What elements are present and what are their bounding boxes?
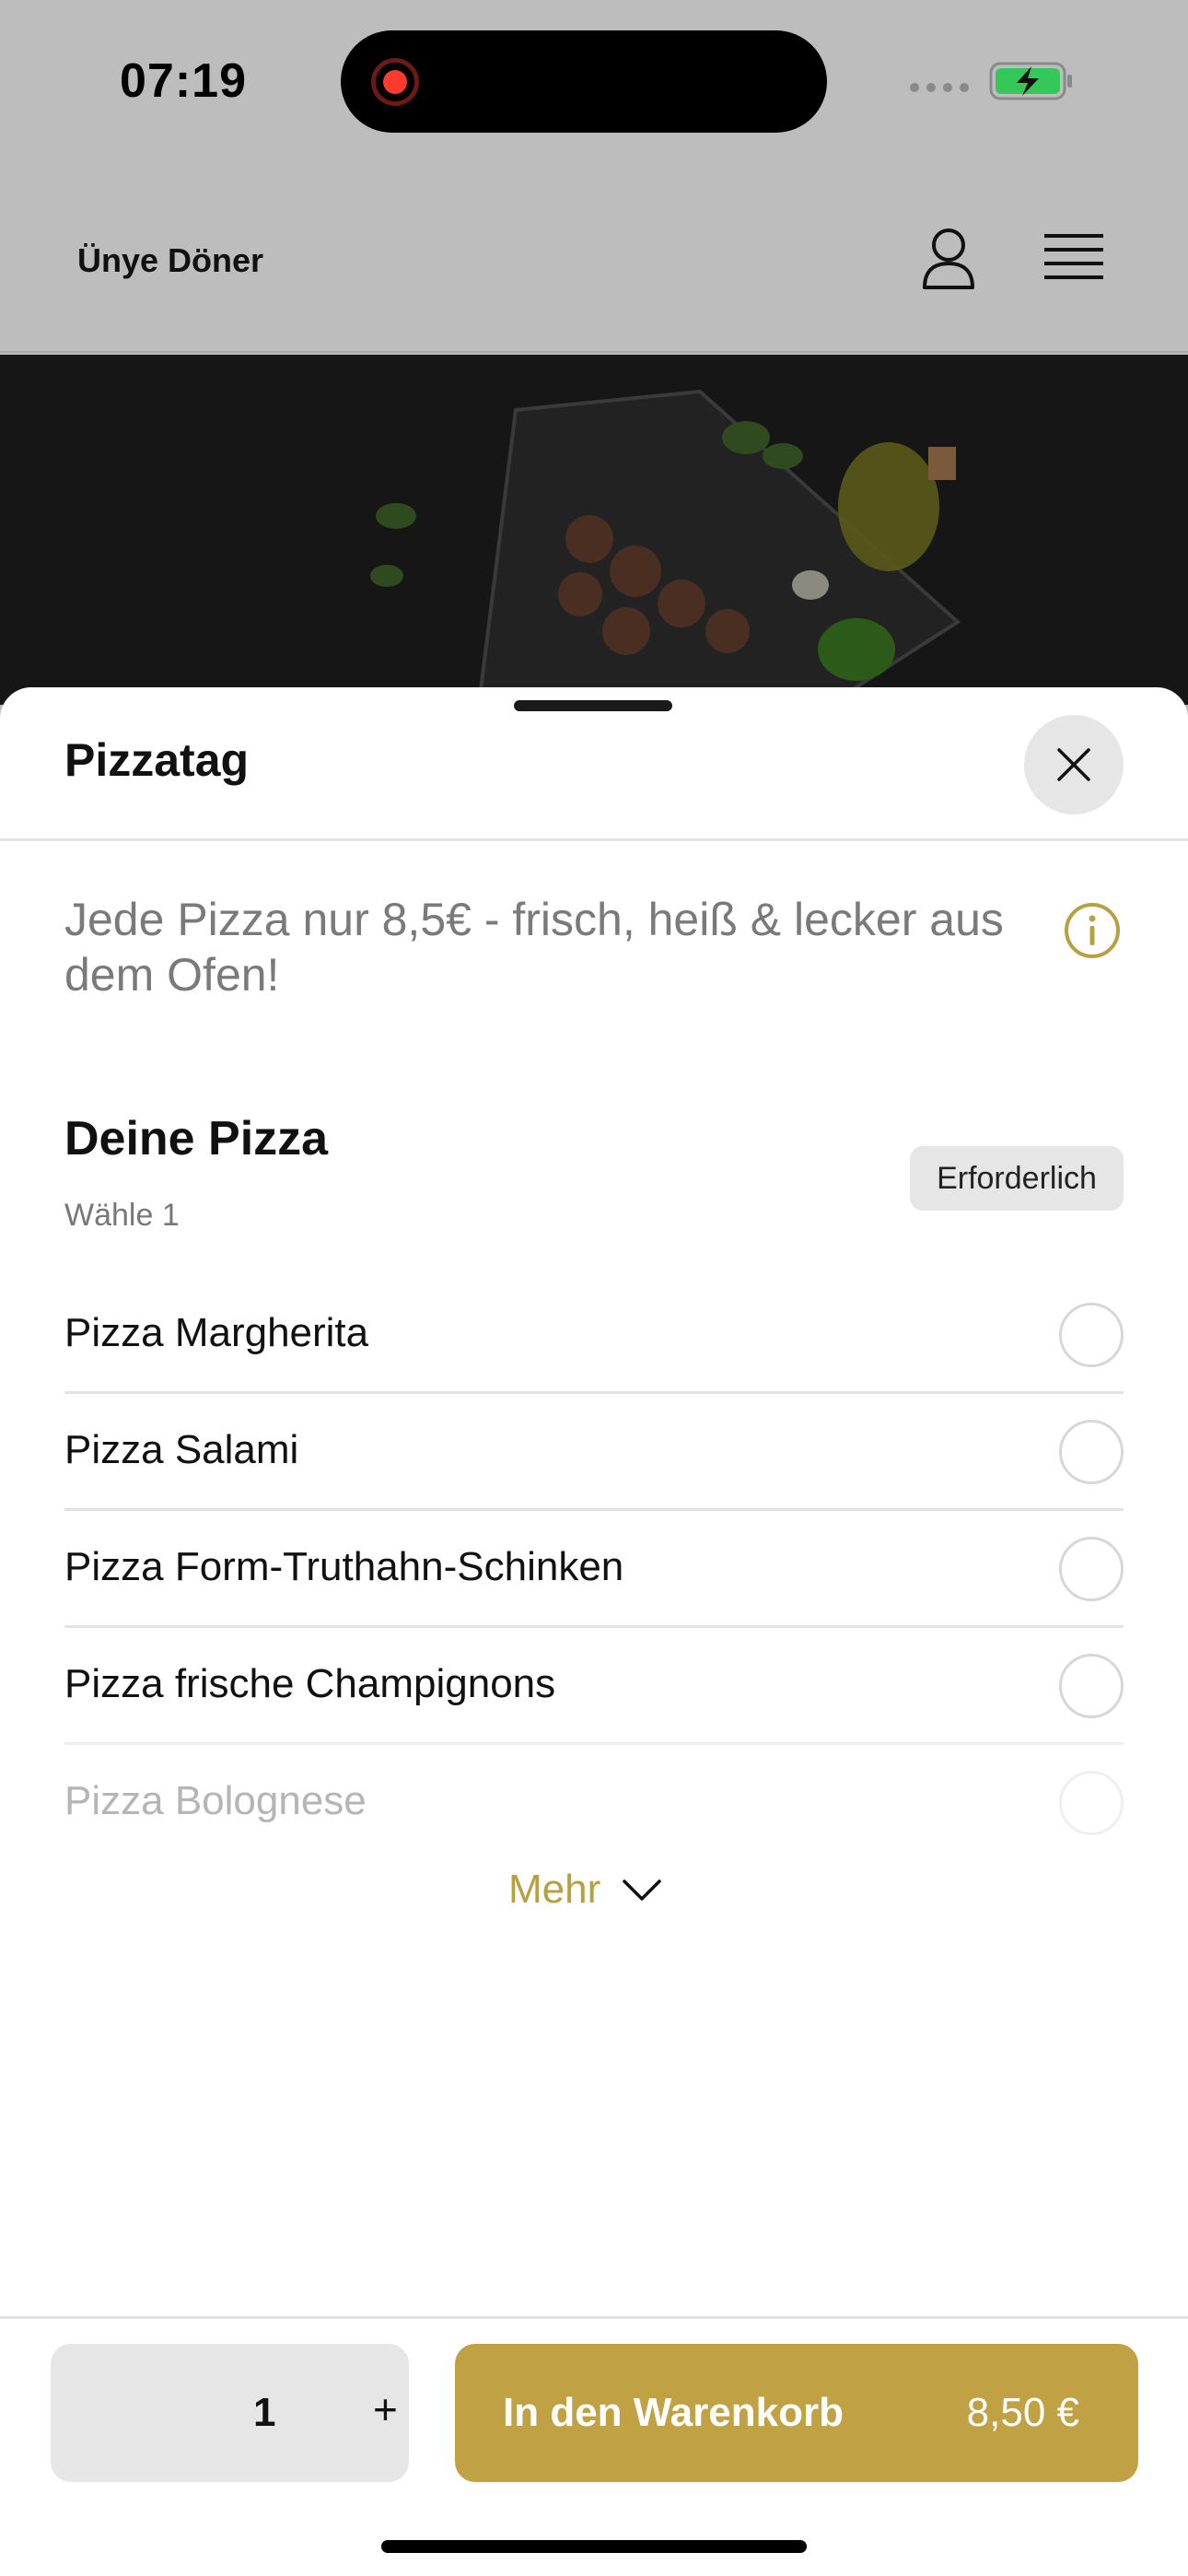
required-badge: Erforderlich bbox=[910, 1146, 1124, 1211]
signal-icon bbox=[910, 83, 969, 92]
restaurant-name: Ünye Döner bbox=[77, 241, 264, 279]
option-radio[interactable] bbox=[1059, 1303, 1124, 1367]
option-label: Pizza Margherita bbox=[64, 1310, 369, 1355]
option-row[interactable]: Pizza Margherita bbox=[64, 1277, 1124, 1394]
divider bbox=[0, 2316, 1188, 2319]
close-icon bbox=[1057, 748, 1090, 781]
option-group-subtitle: Wähle 1 bbox=[64, 1198, 180, 1233]
option-radio[interactable] bbox=[1059, 1537, 1124, 1601]
hero-image bbox=[0, 355, 1188, 705]
app-header-dimmed: 07:19 Ünye Döner bbox=[0, 0, 1188, 353]
close-button[interactable] bbox=[1024, 715, 1124, 814]
option-label: Pizza frische Champignons bbox=[64, 1661, 556, 1706]
info-icon[interactable] bbox=[1063, 901, 1122, 960]
screen: 07:19 Ünye Döner Pizzatag Jede Pizza nur… bbox=[0, 0, 1188, 2576]
chevron-down-icon bbox=[623, 1879, 661, 1901]
option-row[interactable]: Pizza frische Champignons bbox=[64, 1628, 1124, 1745]
menu-icon[interactable] bbox=[1044, 232, 1103, 284]
option-label: Pizza Salami bbox=[64, 1427, 299, 1472]
dynamic-island bbox=[341, 30, 827, 133]
product-description: Jede Pizza nur 8,5€ - frisch, heiß & lec… bbox=[64, 894, 1004, 1001]
record-icon bbox=[371, 58, 419, 106]
divider bbox=[0, 838, 1188, 841]
status-time: 07:19 bbox=[120, 54, 247, 108]
show-more-button[interactable]: Mehr bbox=[508, 1867, 663, 1913]
quantity-plus-button[interactable]: + bbox=[373, 2384, 398, 2434]
user-icon[interactable] bbox=[919, 227, 978, 291]
add-to-cart-button[interactable]: In den Warenkorb 8,50 € bbox=[455, 2344, 1138, 2482]
option-label: Pizza Bolognese bbox=[64, 1778, 367, 1823]
product-sheet: Pizzatag Jede Pizza nur 8,5€ - frisch, h… bbox=[0, 687, 1188, 2576]
home-indicator[interactable] bbox=[381, 2540, 807, 2553]
battery-icon bbox=[989, 62, 1072, 100]
option-label: Pizza Form-Truthahn-Schinken bbox=[64, 1544, 624, 1589]
option-radio[interactable] bbox=[1059, 1654, 1124, 1718]
option-row[interactable]: Pizza Bolognese bbox=[64, 1745, 1124, 1862]
option-group-title: Deine Pizza bbox=[64, 1112, 329, 1165]
option-row[interactable]: Pizza Salami bbox=[64, 1394, 1124, 1511]
option-row[interactable]: Pizza Form-Truthahn-Schinken bbox=[64, 1511, 1124, 1628]
option-radio[interactable] bbox=[1059, 1771, 1124, 1835]
sheet-grabber[interactable] bbox=[514, 700, 672, 711]
quantity-value: 1 bbox=[253, 2390, 276, 2435]
sheet-title: Pizzatag bbox=[64, 734, 250, 786]
add-to-cart-label: In den Warenkorb bbox=[503, 2390, 844, 2435]
option-radio[interactable] bbox=[1059, 1420, 1124, 1484]
quantity-stepper[interactable]: 1 + bbox=[51, 2344, 409, 2482]
show-more-label: Mehr bbox=[508, 1867, 601, 1912]
total-price: 8,50 € bbox=[966, 2390, 1079, 2435]
